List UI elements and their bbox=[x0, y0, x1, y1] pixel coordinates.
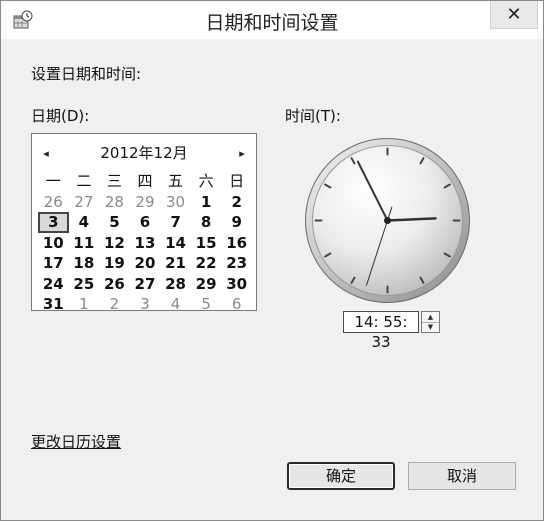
calendar-day[interactable]: 14 bbox=[160, 233, 191, 254]
calendar-day[interactable]: 6 bbox=[221, 294, 252, 315]
calendar-week-row: 31 1 2 3 4 5 6 bbox=[38, 294, 252, 315]
calendar-week-row: 10 11 12 13 14 15 16 bbox=[38, 233, 252, 254]
calendar-day[interactable]: 26 bbox=[38, 192, 69, 213]
spin-down-arrow-icon[interactable]: ▼ bbox=[422, 322, 439, 332]
clock-center-pin bbox=[384, 217, 391, 224]
calendar-week-row: 3456789 bbox=[38, 212, 252, 233]
previous-month-arrow-icon[interactable]: ◂ bbox=[36, 142, 56, 164]
time-spinner: ▲ ▼ bbox=[421, 311, 440, 333]
calendar-day[interactable]: 4 bbox=[69, 212, 100, 233]
calendar-day[interactable]: 8 bbox=[191, 212, 222, 233]
weekday-label: 一 bbox=[45, 172, 61, 190]
time-label: 时间(T): bbox=[285, 107, 341, 125]
calendar-day[interactable]: 30 bbox=[221, 274, 252, 295]
page-heading: 设置日期和时间: bbox=[31, 65, 142, 83]
calendar-day[interactable]: 24 bbox=[38, 274, 69, 295]
calendar-day[interactable]: 25 bbox=[69, 274, 100, 295]
calendar-day[interactable]: 30 bbox=[160, 192, 191, 213]
next-month-arrow-icon[interactable]: ▸ bbox=[232, 142, 252, 164]
cancel-button[interactable]: 取消 bbox=[408, 462, 516, 490]
calendar-day[interactable]: 6 bbox=[130, 212, 161, 233]
calendar-day[interactable]: 27 bbox=[69, 192, 100, 213]
calendar-day[interactable]: 26 bbox=[99, 274, 130, 295]
calendar-header: ◂ 2012年12月 ▸ bbox=[32, 142, 256, 164]
calendar-day[interactable]: 29 bbox=[191, 274, 222, 295]
time-input[interactable]: 14: 55: 33 bbox=[343, 311, 419, 351]
calendar-week-row: 26 27 28 29 30 1 2 bbox=[38, 192, 252, 213]
weekday-label: 六 bbox=[198, 172, 214, 190]
selected-day[interactable]: 3 bbox=[38, 212, 69, 233]
calendar-day[interactable]: 22 bbox=[191, 253, 222, 274]
calendar-day[interactable]: 16 bbox=[221, 233, 252, 254]
calendar-day[interactable]: 28 bbox=[99, 192, 130, 213]
title-bar: 日期和时间设置 ✕ bbox=[1, 1, 543, 39]
change-calendar-settings-link[interactable]: 更改日历设置 bbox=[31, 431, 121, 452]
calendar-month-title[interactable]: 2012年12月 bbox=[72, 142, 216, 164]
calendar-day[interactable]: 5 bbox=[99, 212, 130, 233]
calendar-day[interactable]: 3 bbox=[130, 294, 161, 315]
window-title: 日期和时间设置 bbox=[205, 12, 339, 34]
calendar-day[interactable]: 18 bbox=[69, 253, 100, 274]
calendar-day[interactable]: 2 bbox=[221, 192, 252, 213]
date-time-settings-dialog: 日期和时间设置 ✕ 设置日期和时间: 日期(D): 时间(T): ◂ 2012年… bbox=[0, 0, 544, 521]
weekday-label: 日 bbox=[229, 172, 245, 190]
analog-clock bbox=[305, 138, 470, 303]
weekday-label: 三 bbox=[106, 172, 122, 190]
weekday-label: 五 bbox=[168, 172, 184, 190]
close-button[interactable]: ✕ bbox=[490, 1, 538, 29]
calendar-day[interactable]: 17 bbox=[38, 253, 69, 274]
calendar-day[interactable]: 13 bbox=[130, 233, 161, 254]
calendar-day[interactable]: 4 bbox=[160, 294, 191, 315]
calendar-day[interactable]: 23 bbox=[221, 253, 252, 274]
calendar-day[interactable]: 5 bbox=[191, 294, 222, 315]
calendar-day[interactable]: 9 bbox=[221, 212, 252, 233]
close-icon: ✕ bbox=[506, 4, 522, 25]
calendar-grid: 一二三四五六日 26 27 28 29 30 1 2 3 4 5 6 7 8 9 10 11 12 13 14 15 16… bbox=[38, 171, 252, 315]
ok-button[interactable]: 确定 bbox=[287, 462, 395, 490]
calendar-week-row: 17 18 19 20 21 22 23 bbox=[38, 253, 252, 274]
calendar-day[interactable]: 19 bbox=[99, 253, 130, 274]
calendar-day[interactable]: 28 bbox=[160, 274, 191, 295]
calendar-day[interactable]: 27 bbox=[130, 274, 161, 295]
calendar-day[interactable]: 21 bbox=[160, 253, 191, 274]
calendar-day[interactable]: 11 bbox=[69, 233, 100, 254]
calendar-day[interactable]: 2 bbox=[99, 294, 130, 315]
weekday-label: 四 bbox=[137, 172, 153, 190]
calendar-day[interactable]: 10 bbox=[38, 233, 69, 254]
calendar-day[interactable]: 7 bbox=[160, 212, 191, 233]
calendar-day[interactable]: 1 bbox=[69, 294, 100, 315]
calendar-day[interactable]: 1 bbox=[191, 192, 222, 213]
calendar-day[interactable]: 12 bbox=[99, 233, 130, 254]
calendar: ◂ 2012年12月 ▸ 一二三四五六日 26 27 28 29 30 1 2 3 4 5 6 7 8 9 1… bbox=[31, 133, 257, 313]
weekday-label: 二 bbox=[76, 172, 92, 190]
dialog-body: 设置日期和时间: 日期(D): 时间(T): ◂ 2012年12月 ▸ 一二三四… bbox=[1, 39, 543, 520]
calendar-day[interactable]: 29 bbox=[130, 192, 161, 213]
calendar-day[interactable]: 15 bbox=[191, 233, 222, 254]
calendar-day[interactable]: 31 bbox=[38, 294, 69, 315]
calendar-week-row: 24 25 26 27 28 29 30 bbox=[38, 274, 252, 295]
weekday-header-row: 一二三四五六日 bbox=[38, 171, 252, 192]
calendar-day[interactable]: 20 bbox=[130, 253, 161, 274]
date-label: 日期(D): bbox=[31, 107, 90, 125]
